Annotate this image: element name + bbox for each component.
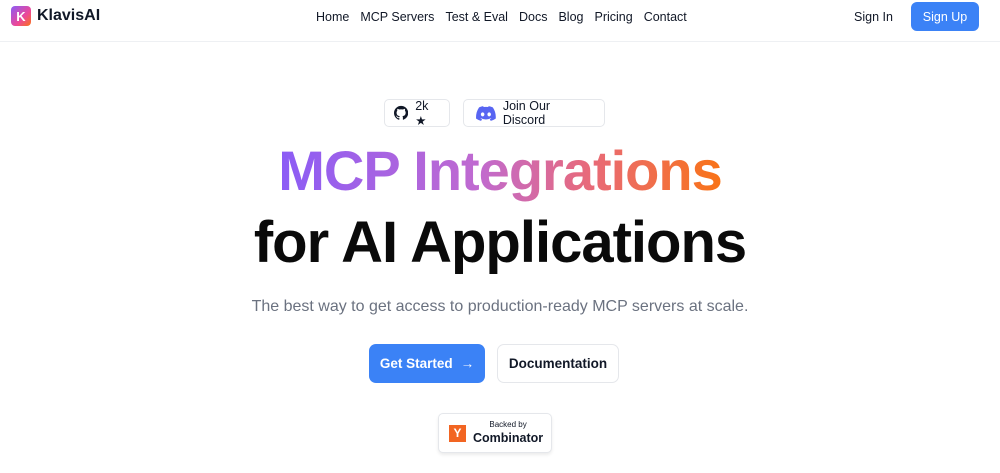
hero-title-line2: for AI Applications xyxy=(253,210,747,275)
discord-icon xyxy=(476,105,496,121)
nav-link-mcp-servers[interactable]: MCP Servers xyxy=(360,10,434,24)
nav-links: Home MCP Servers Test & Eval Docs Blog P… xyxy=(316,10,687,24)
yc-letter: Y xyxy=(453,426,462,440)
nav-link-home[interactable]: Home xyxy=(316,10,349,24)
arrow-right-icon: → xyxy=(460,356,475,371)
github-icon xyxy=(394,105,409,120)
sign-up-button[interactable]: Sign Up xyxy=(911,2,979,31)
y-combinator-logo-icon: Y xyxy=(449,424,466,442)
get-started-label: Get Started xyxy=(379,356,453,371)
nav-link-docs[interactable]: Docs xyxy=(519,10,547,24)
get-started-button[interactable]: Get Started → xyxy=(369,344,485,383)
yc-text: Backed by Combinator xyxy=(473,420,543,446)
hero-title-line1: MCP Integrations xyxy=(0,138,1000,204)
hero-title-gradient: MCP Integrations xyxy=(278,139,722,202)
nav-link-contact[interactable]: Contact xyxy=(644,10,687,24)
top-nav: K KlavisAI Home MCP Servers Test & Eval … xyxy=(0,0,1000,42)
nav-link-test-eval[interactable]: Test & Eval xyxy=(445,10,508,24)
yc-backed-badge[interactable]: Y Backed by Combinator xyxy=(438,413,552,453)
yc-combinator: Combinator xyxy=(473,431,544,445)
github-stars-badge[interactable]: 2k ★ xyxy=(384,98,450,128)
brand[interactable]: K KlavisAI xyxy=(11,6,100,26)
brand-name: KlavisAI xyxy=(37,7,101,24)
nav-link-blog[interactable]: Blog xyxy=(558,10,583,24)
documentation-button[interactable]: Documentation xyxy=(497,344,619,383)
github-stars-label: 2k ★ xyxy=(415,98,429,128)
brand-logo-icon: K xyxy=(11,6,31,26)
yc-backed-by: Backed by xyxy=(489,420,527,429)
discord-label: Join Our Discord xyxy=(502,99,551,127)
nav-link-pricing[interactable]: Pricing xyxy=(594,10,632,24)
sign-in-link[interactable]: Sign In xyxy=(854,10,893,24)
brand-logo-letter: K xyxy=(16,8,26,24)
hero-subtitle: The best way to get access to production… xyxy=(251,298,749,315)
discord-badge[interactable]: Join Our Discord xyxy=(463,99,605,127)
